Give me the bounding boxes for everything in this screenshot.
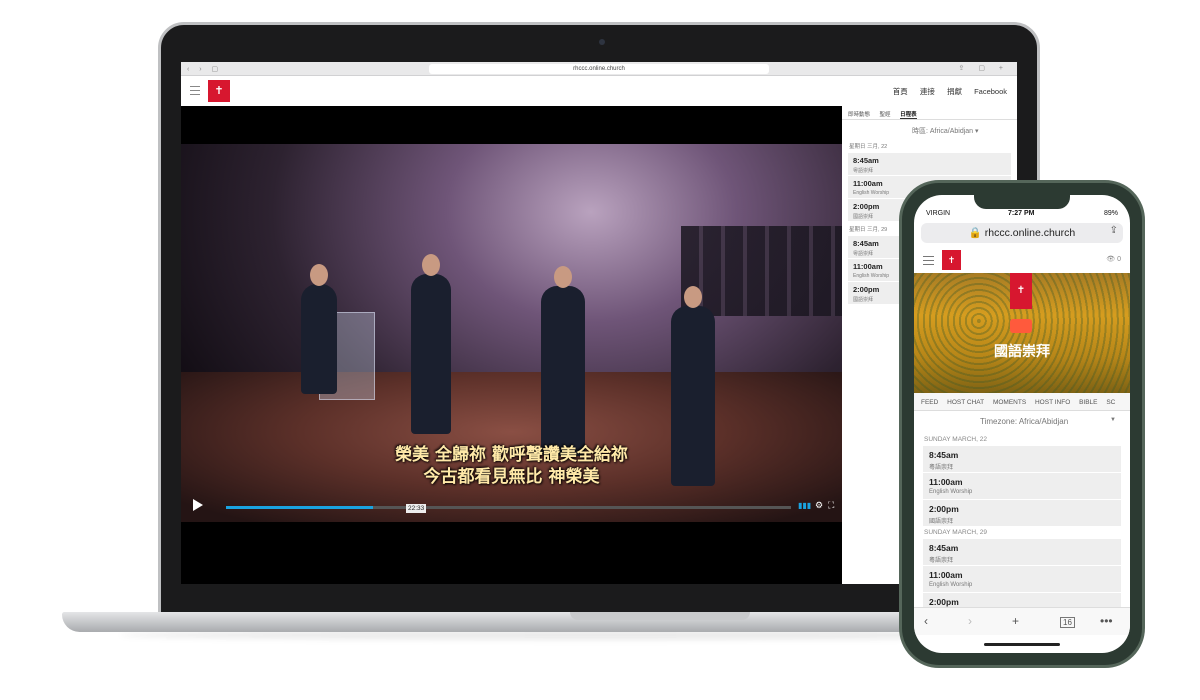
church-logo[interactable]: ✝ (942, 250, 961, 270)
laptop-notch (570, 612, 750, 620)
singer (541, 266, 585, 456)
event-time: 11:00am (929, 570, 963, 580)
tab-schedule[interactable]: SC (1106, 399, 1115, 406)
phone-notch (974, 195, 1070, 209)
tab-feed[interactable]: 即時動態 (848, 112, 870, 118)
timezone-value: Africa/Abidjan (1018, 417, 1069, 426)
video-frame: 榮美 全歸祢 歡呼聲讚美全給祢 今古都看見無比 神榮美 (181, 144, 842, 522)
day-label: SUNDAY MARCH, 22 (924, 436, 987, 443)
event-time: 2:00pm (929, 504, 959, 514)
list-item[interactable]: 8:45am 粵語崇拜 (923, 446, 1121, 472)
list-item[interactable]: 11:00am English Worship (923, 566, 1121, 592)
browser-toolbar: ‹ › ▢ rhccc.online.church ⇪ ▢ + (181, 62, 1017, 76)
address-bar[interactable]: rhccc.online.church (429, 64, 769, 74)
timezone-label: Timezone: (980, 417, 1018, 426)
event-desc: 粵語崇拜 (929, 558, 954, 564)
menu-icon[interactable] (190, 86, 200, 98)
safari-toolbar: ‹ › + 16 ••• (914, 607, 1130, 635)
timezone-select[interactable]: Timezone: Africa/Abidjan ▼ (914, 417, 1130, 426)
event-time: 2:00pm (929, 597, 959, 607)
clock: 7:27 PM (1008, 210, 1035, 217)
nav-give[interactable]: 捐獻 (947, 87, 962, 96)
hero-title: 國語崇拜 (994, 344, 1050, 360)
timezone-select[interactable]: 時區: Africa/Abidjan ▾ (912, 126, 1017, 136)
status-bar: VIRGIN 7:27 PM 89% (914, 209, 1130, 223)
gear-icon[interactable]: ⚙ (815, 500, 823, 511)
service-hero[interactable]: ✝ 國語崇拜 (914, 273, 1130, 393)
event-desc: 國語崇拜 (929, 519, 954, 525)
share-icon[interactable]: ⇪ (1110, 225, 1118, 236)
tabs-icon[interactable]: 16 (1060, 617, 1075, 628)
menu-icon[interactable] (923, 256, 934, 268)
list-item[interactable]: 11:00am English Worship (923, 473, 1121, 499)
schedule-list: SUNDAY MARCH, 22 8:45am 粵語崇拜 11:00am Engli… (914, 433, 1130, 620)
video-player[interactable]: 榮美 全歸祢 歡呼聲讚美全給祢 今古都看見無比 神榮美 22:33 ▮▮▮ ⚙ … (181, 106, 842, 584)
list-item[interactable]: 2:00pm 國語崇拜 (923, 500, 1121, 526)
chevron-down-icon: ▼ (1110, 417, 1116, 423)
day-label: SUNDAY MARCH, 29 (924, 529, 987, 536)
tab-host-info[interactable]: HOST INFO (1035, 399, 1070, 406)
tab-bible[interactable]: 聖經 (880, 112, 891, 118)
lyric-subtitle-2: 今古都看見無比 神榮美 (423, 467, 600, 487)
event-desc: English Worship (929, 489, 973, 495)
phone-screen: VIRGIN 7:27 PM 89% 🔒 rhccc.online.church… (914, 195, 1130, 653)
main-nav: 首頁 連接 捐獻 Facebook (883, 86, 1007, 97)
play-icon[interactable] (193, 499, 203, 511)
carrier: VIRGIN (926, 210, 951, 217)
address-bar[interactable]: 🔒 rhccc.online.church (921, 223, 1123, 243)
laptop-screen: ‹ › ▢ rhccc.online.church ⇪ ▢ + ✝ 首頁 連接 … (181, 62, 1017, 584)
share-icon[interactable]: ⇪ ▢ + (959, 64, 1009, 72)
panel-tabs: 即時動態 聖經 日程表 (842, 106, 1017, 120)
tab-host-chat[interactable]: HOST CHAT (947, 399, 984, 406)
church-banner-logo: ✝ (1010, 273, 1032, 309)
progress-bar[interactable]: 22:33 (226, 504, 791, 513)
event-time: 8:45am (929, 450, 959, 460)
phone-tabs: FEED HOST CHAT MOMENTS HOST INFO BIBLE S… (914, 393, 1130, 411)
viewer-count-value: 0 (1117, 256, 1121, 263)
tab-feed[interactable]: FEED (921, 399, 938, 406)
more-icon[interactable]: ••• (1100, 614, 1113, 628)
orchestra-chairs (681, 226, 842, 316)
fullscreen-icon[interactable]: ⛶ (828, 500, 834, 511)
add-tab-icon[interactable]: + (1012, 614, 1019, 628)
church-logo[interactable]: ✝ (208, 80, 230, 102)
tab-moments[interactable]: MOMENTS (993, 399, 1026, 406)
back-icon[interactable]: ‹ (924, 614, 928, 628)
site-header: ✝ 首頁 連接 捐獻 Facebook (181, 76, 1017, 106)
tab-schedule[interactable]: 日程表 (900, 112, 917, 119)
nav-home[interactable]: 首頁 (893, 87, 908, 96)
battery: 89% (1103, 210, 1118, 217)
nav-connect[interactable]: 連接 (920, 87, 935, 96)
singer (301, 264, 337, 394)
event-desc: English Worship (929, 582, 973, 588)
timezone-label: 時區: Africa/Abidjan (912, 128, 974, 135)
event-time: 11:00am (929, 477, 963, 487)
video-controls: 22:33 ▮▮▮ ⚙ ⛶ (181, 494, 842, 520)
forward-icon[interactable]: › (968, 614, 972, 628)
back-forward-icon[interactable]: ‹ › ▢ (187, 65, 222, 73)
site-header: ✝ 👁 0 (914, 247, 1130, 273)
progress-fill (226, 506, 373, 509)
list-item[interactable]: 8:45am 粵語崇拜 (923, 539, 1121, 565)
video-camera-icon (1010, 319, 1032, 333)
event-desc: 粵語崇拜 (929, 465, 954, 471)
camera-dot (599, 39, 605, 45)
nav-facebook[interactable]: Facebook (974, 87, 1007, 96)
singer (411, 254, 451, 434)
home-indicator (984, 643, 1060, 646)
day-label: 星期日 三月, 22 (849, 144, 888, 150)
list-item[interactable]: 8:45am 粵語崇拜 (848, 153, 1011, 175)
event-desc: 粵語崇拜 (853, 168, 874, 174)
event-time: 8:45am (853, 156, 879, 165)
tab-bible[interactable]: BIBLE (1079, 399, 1097, 406)
viewer-count: 👁 0 (1106, 256, 1121, 263)
url-text: rhccc.online.church (984, 227, 1076, 239)
time-tooltip: 22:33 (406, 504, 427, 513)
volume-icon[interactable]: ▮▮▮ (798, 501, 811, 510)
event-time: 8:45am (929, 543, 959, 553)
